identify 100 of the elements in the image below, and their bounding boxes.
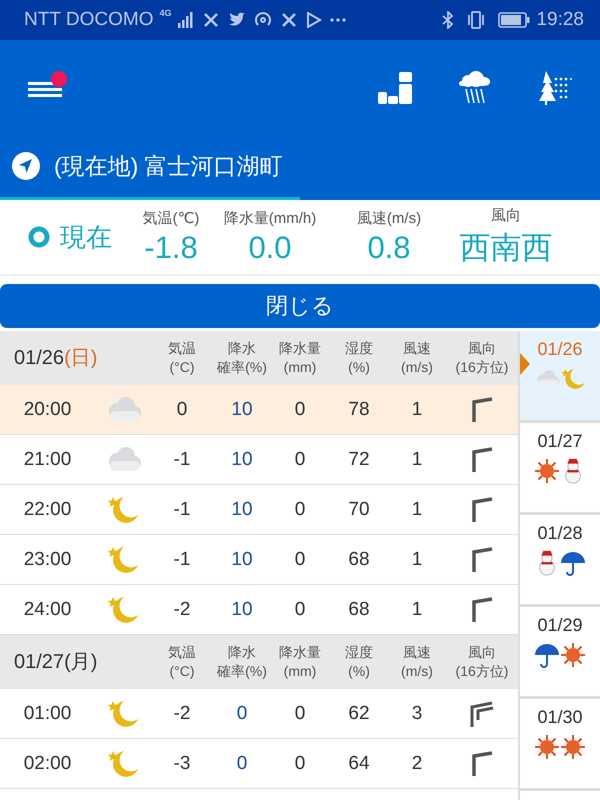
precip-amount-cell: 0	[294, 598, 306, 620]
snow-tree-icon[interactable]	[538, 70, 572, 104]
metric-label: 気温(℃)	[142, 208, 200, 228]
column-header: 湿度 (%)	[344, 339, 374, 377]
temperature-cell: -2	[174, 702, 190, 724]
sun-icon	[534, 458, 560, 484]
precip-amount-cell: 0	[294, 752, 306, 774]
day-tab[interactable]: 01/28	[520, 515, 600, 607]
precip-chance-cell: 10	[231, 598, 253, 620]
wind-speed-cell: 1	[412, 598, 422, 620]
column-header: 風向 (16方位)	[454, 643, 510, 681]
clock-time: 19:28	[536, 9, 584, 31]
precip-amount-cell: 0	[294, 548, 306, 570]
day-date: 01/30	[537, 707, 583, 728]
column-header: 降水量 (mm)	[278, 643, 322, 681]
metric-value: -1.8	[144, 230, 198, 266]
wind-speed-cell: 1	[412, 448, 422, 470]
precip-chance-cell: 0	[236, 752, 248, 774]
temperature-cell: -2	[174, 598, 190, 620]
wind-direction-icon	[470, 750, 494, 776]
play-store-icon	[306, 12, 322, 28]
metric-label: 風速(m/s)	[356, 208, 422, 228]
metric-label: 降水量(mm/h)	[224, 208, 316, 228]
bluetooth-icon	[442, 11, 454, 29]
column-header: 降水量 (mm)	[278, 339, 322, 377]
radio-icon	[28, 226, 50, 248]
precip-amount-cell: 0	[294, 398, 306, 420]
day-tab[interactable]: 01/30	[520, 699, 600, 791]
crescent-moon-star-icon	[560, 366, 586, 392]
app-notification-icon	[280, 11, 298, 29]
wind-speed-cell: 3	[412, 702, 422, 724]
column-header: 風向 (16方位)	[454, 339, 510, 377]
date-label: 01/27	[14, 650, 64, 672]
weekday-label: (日)	[64, 346, 98, 368]
wind-direction-icon	[469, 700, 495, 728]
more-icon	[330, 18, 346, 22]
temperature-cell: -3	[174, 752, 190, 774]
day-date: 01/27	[537, 431, 583, 452]
temperature-cell: -1	[174, 448, 190, 470]
column-header: 降水 確率(%)	[216, 643, 268, 681]
umbrella-icon	[534, 642, 560, 668]
humidity-cell: 68	[348, 548, 370, 570]
time-cell: 21:00	[24, 448, 72, 470]
close-button[interactable]: 閉じる	[0, 284, 600, 328]
battery-icon	[498, 12, 530, 28]
metric-value: 0.8	[367, 230, 411, 266]
day-tab[interactable]: 01/29	[520, 607, 600, 699]
signal-icon	[178, 12, 194, 28]
app-notification-icon	[202, 11, 220, 29]
precip-chance-cell: 10	[231, 548, 253, 570]
wind-direction-icon	[470, 446, 494, 472]
time-cell: 02:00	[24, 752, 72, 774]
weekday-label: (月)	[64, 650, 98, 672]
precip-chance-cell: 0	[236, 702, 248, 724]
metric-label: 風向	[491, 206, 521, 224]
precip-chance-cell: 10	[231, 398, 253, 420]
time-cell: 24:00	[24, 598, 72, 620]
wind-direction-icon	[470, 596, 494, 622]
vibrate-icon	[466, 11, 486, 29]
column-header: 湿度 (%)	[344, 643, 374, 681]
precip-amount-cell: 0	[294, 702, 306, 724]
temperature-cell: 0	[176, 398, 188, 420]
day-date: 01/28	[537, 523, 583, 544]
bird-icon	[228, 12, 246, 28]
precip-amount-cell: 0	[294, 498, 306, 520]
rain-cloud-icon[interactable]	[458, 70, 492, 104]
metric-value: 0.0	[248, 230, 292, 266]
sun-icon	[560, 642, 586, 668]
column-header: 風速 (m/s)	[400, 339, 434, 377]
humidity-cell: 70	[348, 498, 370, 520]
humidity-cell: 68	[348, 598, 370, 620]
column-header: 降水 確率(%)	[216, 339, 268, 377]
radar-ranking-icon[interactable]	[378, 72, 412, 104]
column-header: 気温 (°C)	[167, 643, 197, 681]
time-cell: 22:00	[24, 498, 72, 520]
metric-value: 西南西	[460, 228, 552, 266]
sun-icon	[534, 734, 560, 760]
time-cell: 20:00	[24, 398, 72, 420]
network-type: 4G	[159, 8, 172, 18]
column-header: 風速 (m/s)	[400, 643, 434, 681]
umbrella-icon	[560, 550, 586, 576]
pointer-icon	[520, 353, 530, 375]
precip-chance-cell: 10	[231, 448, 253, 470]
day-date: 01/29	[537, 615, 583, 636]
now-label: 現在	[60, 220, 112, 254]
wind-speed-cell: 1	[412, 498, 422, 520]
wind-speed-cell: 2	[412, 752, 422, 774]
date-label: 01/26	[14, 346, 64, 368]
carrier-name: NTT DOCOMO	[24, 9, 154, 31]
column-header: 気温 (°C)	[167, 339, 197, 377]
time-cell: 23:00	[24, 548, 72, 570]
day-date: 01/26	[537, 339, 583, 360]
location-name[interactable]: (現在地) 富士河口湖町	[54, 150, 283, 182]
precip-chance-cell: 10	[231, 498, 253, 520]
temperature-cell: -1	[174, 498, 190, 520]
sun-icon	[560, 734, 586, 760]
precip-amount-cell: 0	[294, 448, 306, 470]
time-cell: 01:00	[24, 702, 72, 724]
wind-direction-icon	[470, 546, 494, 572]
day-tab[interactable]: 01/27	[520, 423, 600, 515]
